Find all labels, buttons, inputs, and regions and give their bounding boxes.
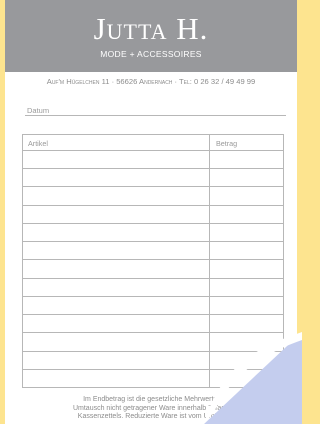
page-curl <box>204 332 302 424</box>
next-page-corner <box>204 332 302 424</box>
